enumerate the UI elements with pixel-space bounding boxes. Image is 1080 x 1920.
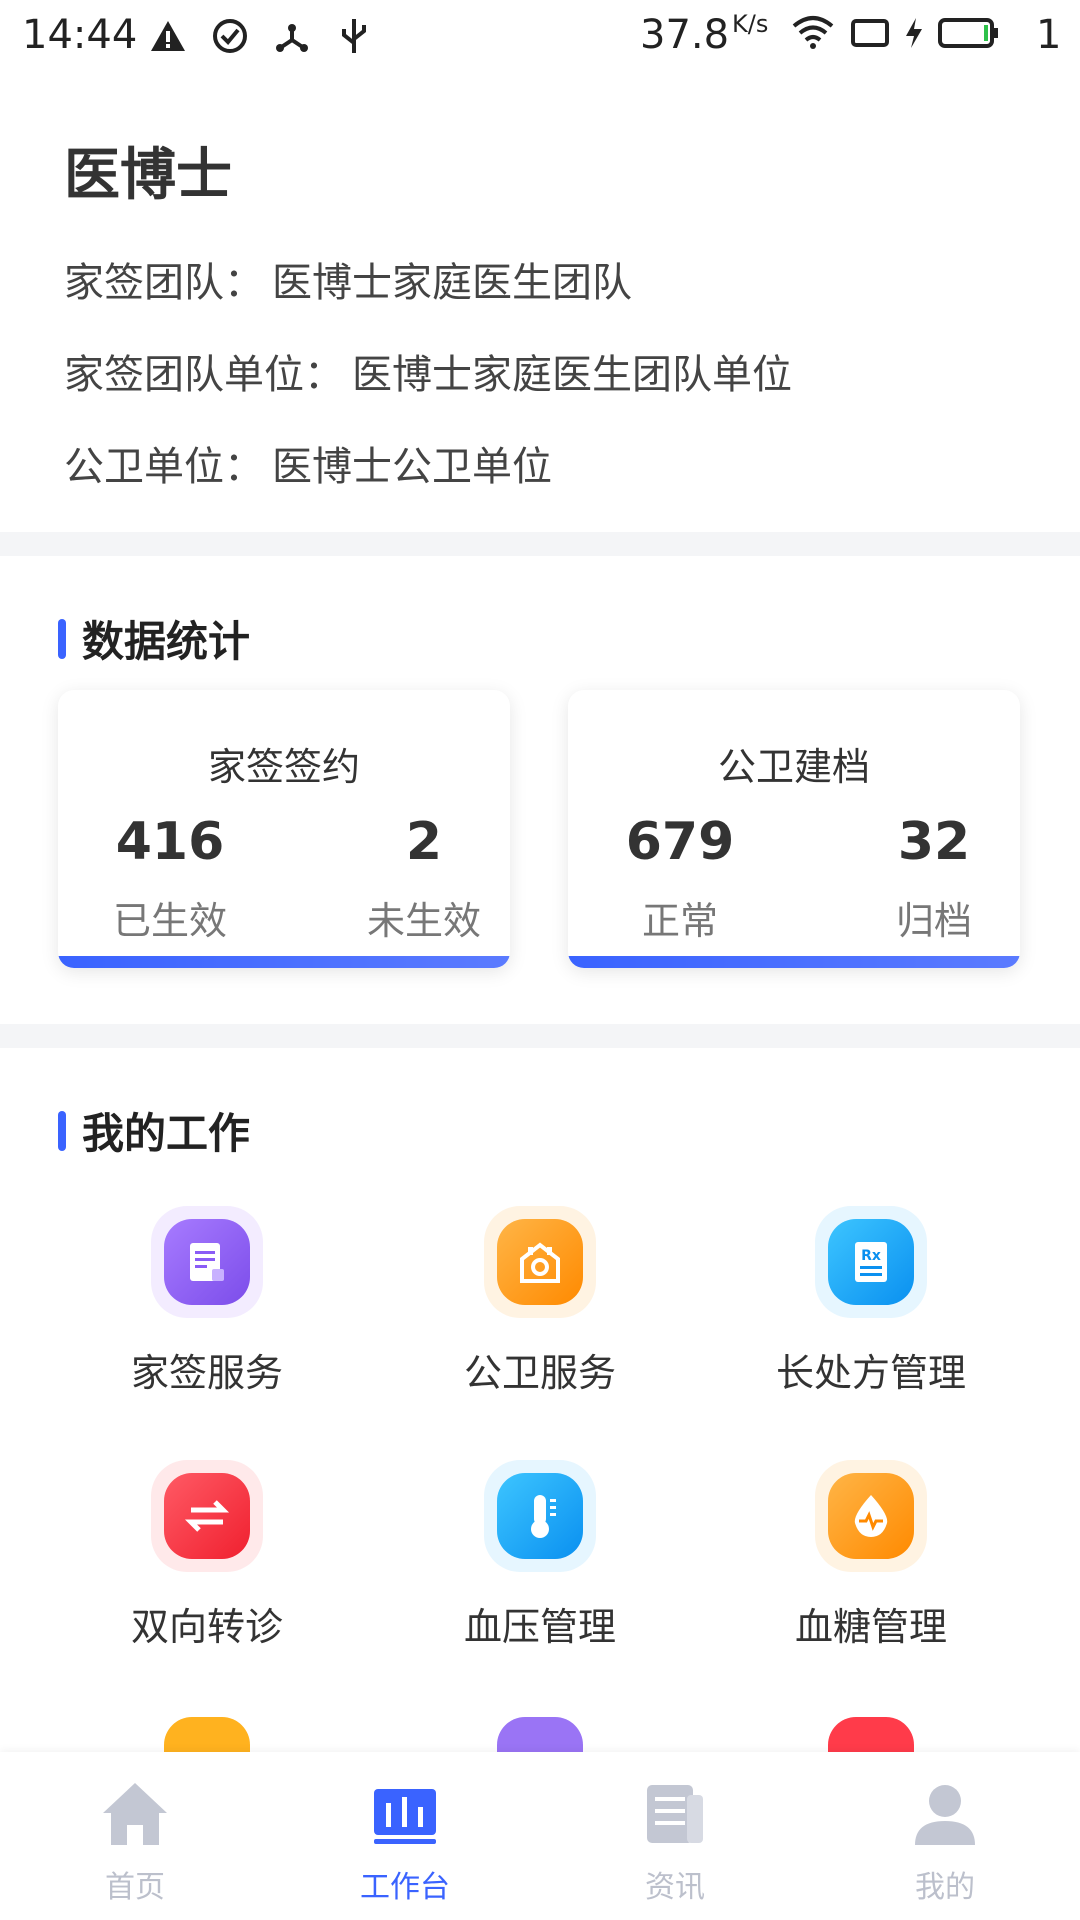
page-title: 医博士	[64, 143, 232, 208]
stats-title-text: 数据统计	[82, 617, 251, 666]
card-title: 公卫建档	[717, 745, 870, 789]
partial-grid-item[interactable]	[815, 1705, 927, 1755]
partial-icon	[497, 1717, 583, 1755]
tab-mine[interactable]: 我的	[810, 1752, 1080, 1920]
tab-label: 首页	[105, 1870, 165, 1905]
partial-grid-item[interactable]	[151, 1705, 263, 1755]
stats-section-title: 数据统计	[58, 608, 250, 669]
work-section-title: 我的工作	[58, 1100, 250, 1161]
section-divider	[0, 532, 1080, 556]
card-accent-bar	[58, 956, 510, 968]
home-icon	[95, 1774, 175, 1854]
grid-item-label: 血压管理	[463, 1605, 616, 1649]
card-accent-bar	[568, 956, 1020, 968]
warning-icon	[146, 14, 190, 58]
card-title: 家签签约	[207, 745, 360, 789]
public-health-unit-info: 公卫单位： 医博士公卫单位	[64, 434, 552, 492]
partial-icon	[164, 1717, 250, 1755]
stat-label-archived: 归档	[895, 899, 972, 943]
chart-icon	[365, 1774, 445, 1854]
public-health-service[interactable]: 公卫服务	[375, 1206, 705, 1406]
grid-item-label: 家签服务	[130, 1351, 283, 1395]
team-value: 医博士家庭医生团队	[272, 260, 632, 306]
tab-label: 我的	[915, 1870, 975, 1905]
battery-icon	[938, 16, 1000, 54]
grid-item-label: 血糖管理	[794, 1605, 947, 1649]
partial-icon	[828, 1717, 914, 1755]
two-way-referral[interactable]: 双向转诊	[42, 1460, 372, 1660]
stat-value-normal: 679	[625, 812, 735, 872]
section-divider	[0, 1024, 1080, 1048]
tab-workbench[interactable]: 工作台	[270, 1752, 540, 1920]
grid-item-label: 长处方管理	[775, 1351, 966, 1395]
blood-pressure-management[interactable]: 血压管理	[375, 1460, 705, 1660]
team-unit-label: 家签团队单位：	[64, 352, 344, 398]
blood-sugar-management[interactable]: 血糖管理	[706, 1460, 1036, 1660]
tab-home[interactable]: 首页	[0, 1752, 270, 1920]
transfer-icon	[164, 1473, 250, 1559]
partial-grid-item[interactable]	[484, 1705, 596, 1755]
public-health-record-card[interactable]: 公卫建档 679 正常 32 归档	[568, 690, 1020, 968]
family-sign-service[interactable]: 家签服务	[42, 1206, 372, 1406]
check-circle-icon	[208, 14, 252, 58]
tab-label: 工作台	[360, 1870, 450, 1905]
drop-pulse-icon	[828, 1473, 914, 1559]
thermometer-icon	[497, 1473, 583, 1559]
charging-icon	[904, 16, 924, 54]
network-speed-unit: K/s	[732, 10, 769, 38]
stat-value-effective: 416	[115, 812, 225, 872]
stat-label-normal: 正常	[641, 899, 718, 943]
stat-value-archived: 32	[897, 812, 971, 872]
tab-label: 资讯	[645, 1870, 705, 1905]
bottom-tab-bar: 首页 工作台 资讯 我的	[0, 1752, 1080, 1920]
team-info: 家签团队： 医博士家庭医生团队	[64, 250, 632, 308]
family-sign-card[interactable]: 家签签约 416 已生效 2 未生效	[58, 690, 510, 968]
usb-icon	[332, 14, 376, 58]
network-speed: 37.8	[640, 12, 730, 58]
house-icon	[497, 1219, 583, 1305]
long-prescription-management[interactable]: Rx 长处方管理	[706, 1206, 1036, 1406]
grid-item-label: 双向转诊	[130, 1605, 283, 1649]
svg-text:Rx: Rx	[861, 1248, 881, 1264]
tab-news[interactable]: 资讯	[540, 1752, 810, 1920]
document-icon	[164, 1219, 250, 1305]
wifi-icon	[790, 14, 836, 56]
team-unit-info: 家签团队单位： 医博士家庭医生团队单位	[64, 342, 792, 400]
status-bar: 14:44 37.8 K/s 1	[0, 0, 1080, 70]
battery-level: 1	[1036, 12, 1062, 58]
public-health-unit-value: 医博士公卫单位	[272, 444, 552, 490]
share-node-icon	[270, 14, 314, 58]
grid-item-label: 公卫服务	[463, 1351, 616, 1395]
team-label: 家签团队：	[64, 260, 264, 306]
work-title-text: 我的工作	[82, 1109, 251, 1158]
section-accent-bar	[58, 1110, 66, 1151]
section-accent-bar	[58, 618, 66, 659]
team-unit-value: 医博士家庭医生团队单位	[352, 352, 792, 398]
news-icon	[635, 1774, 715, 1854]
public-health-unit-label: 公卫单位：	[64, 444, 264, 490]
stat-label-effective: 已生效	[112, 899, 227, 943]
status-time: 14:44	[22, 12, 138, 58]
user-icon	[905, 1774, 985, 1854]
stat-value-not-effective: 2	[405, 812, 443, 872]
prescription-icon: Rx	[828, 1219, 914, 1305]
screen-icon	[850, 16, 890, 54]
stat-label-not-effective: 未生效	[366, 899, 481, 943]
